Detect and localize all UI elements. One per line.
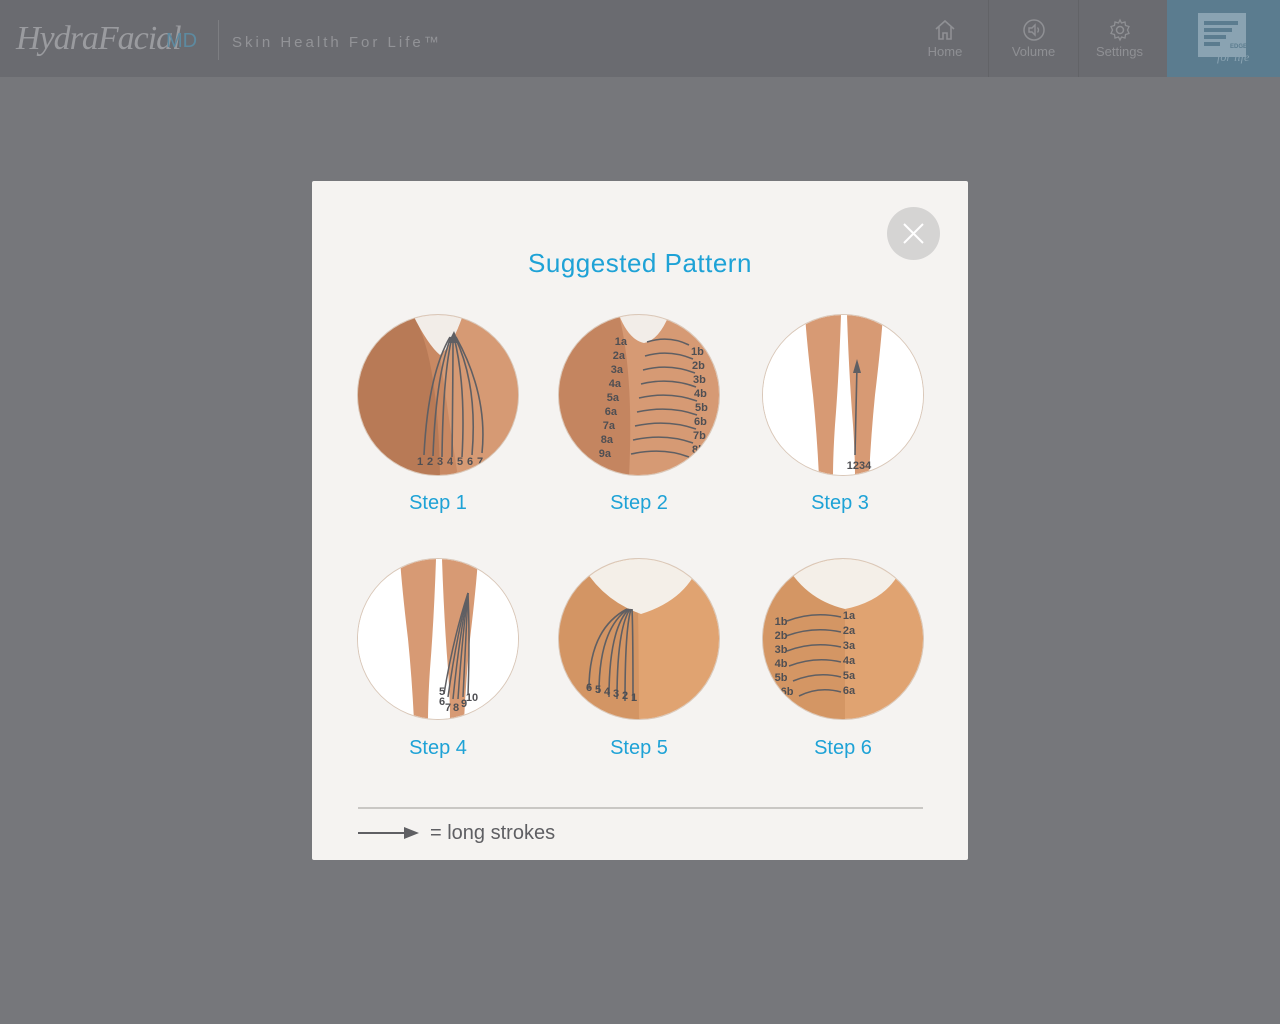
step-4-image: 5 6 7 8 9 10 [357, 558, 519, 720]
step-4-marker: 10 [466, 692, 478, 704]
settings-button[interactable]: Settings [1078, 0, 1160, 77]
step-1-image: 1234567 [357, 314, 519, 476]
step-6-marker: 6a [843, 685, 856, 697]
step-1-marker: 5 [457, 456, 463, 468]
step-5-marker: 5 [595, 684, 601, 696]
step-6-marker: 2a [843, 625, 856, 637]
dialog-title: Suggested Pattern [528, 248, 752, 278]
step-2-marker: 6a [605, 406, 618, 418]
step-2-marker: 3a [611, 364, 624, 376]
step-1-marker: 6 [467, 456, 473, 468]
legend-text: = long strokes [430, 822, 556, 844]
step-2-marker: 8b [692, 444, 705, 456]
step-1-marker: 4 [447, 456, 454, 468]
step-2-marker: 5a [607, 392, 620, 404]
volume-button[interactable]: Volume [988, 0, 1078, 77]
step-5-label: Step 5 [610, 737, 668, 759]
step-5-image: 654321 [558, 558, 720, 720]
step-5-marker: 2 [622, 690, 628, 702]
step-6-marker: 1b [775, 616, 788, 628]
long-stroke-arrow-icon [358, 827, 419, 839]
step-2-marker: 9a [599, 448, 612, 460]
step-6-marker: 5b [775, 672, 788, 684]
step-2-marker: 9b [691, 458, 704, 470]
home-button[interactable]: Home [904, 0, 986, 77]
close-icon [903, 223, 924, 244]
step-3-label: Step 3 [811, 492, 869, 514]
step-5-marker: 1 [631, 692, 637, 704]
speaker-icon [1022, 19, 1045, 41]
step-1-marker: 3 [437, 456, 443, 468]
step-2-marker: 3b [693, 374, 706, 386]
step-1-marker: 2 [427, 456, 433, 468]
step-1-marker: 1 [417, 456, 423, 468]
brand-script: for life [1217, 50, 1250, 64]
step-2-image: 1a 2a 3a 4a 5a 6a 7a 8a 9a 1b 2b 3b 4b 5b 6b 7b 8b 9b [558, 314, 720, 476]
step-3-marker: 1234 [847, 460, 872, 472]
volume-label: Volume [1011, 44, 1056, 59]
step-3-image: 1234 [762, 314, 924, 476]
step-5-marker: 4 [604, 686, 611, 698]
settings-label: Settings [1096, 44, 1143, 59]
logo-suffix: MD [166, 30, 198, 52]
step-6-marker: 3a [843, 640, 856, 652]
tagline: Skin Health For Life™ [232, 34, 442, 51]
step-6-marker: 2b [775, 630, 788, 642]
step-6-marker: 4a [843, 655, 856, 667]
step-6-marker: 4b [775, 658, 788, 670]
step-6-label: Step 6 [814, 737, 872, 759]
divider [218, 20, 219, 60]
gear-icon [1109, 18, 1130, 42]
hydrafacial-logo: HydraFacial MD [16, 14, 216, 64]
step-4-label: Step 4 [409, 737, 467, 759]
home-label: Home [927, 44, 963, 59]
step-2-marker: 5b [695, 402, 708, 414]
logo-text: HydraFacial [16, 20, 182, 57]
step-6-marker: 5a [843, 670, 856, 682]
step-6-image: 1b 2b 3b 4b 5b 6b 1a 2a 3a 4a 5a 6a [762, 558, 924, 720]
step-2-marker: 8a [601, 434, 614, 446]
step-2-marker: 1a [615, 336, 628, 348]
top-bar: HydraFacial MD Skin Health For Life™ Hom… [0, 0, 1280, 77]
step-1-label: Step 1 [409, 492, 467, 514]
edge-brand-tile[interactable]: EDGE for life [1167, 0, 1280, 77]
step-4-marker: 7 [445, 702, 451, 714]
step-2-marker: 1b [691, 346, 704, 358]
step-5-marker: 6 [586, 682, 592, 694]
step-2-marker: 2b [692, 360, 705, 372]
step-4-marker: 8 [453, 702, 459, 714]
home-icon [935, 19, 955, 40]
step-6-marker: 1a [843, 610, 856, 622]
suggested-pattern-dialog: Suggested Pattern 1234567 Step 1 1a 2a 3… [312, 181, 968, 860]
step-2-marker: 4b [694, 388, 707, 400]
step-6-marker: 6b [781, 686, 794, 698]
step-2-label: Step 2 [610, 492, 668, 514]
step-2-marker: 6b [694, 416, 707, 428]
step-1-marker: 7 [477, 456, 483, 468]
step-2-marker: 4a [609, 378, 622, 390]
step-2-marker: 7b [693, 430, 706, 442]
step-2-marker: 7a [603, 420, 616, 432]
step-6-marker: 3b [775, 644, 788, 656]
legend-divider [358, 807, 923, 809]
step-2-marker: 2a [613, 350, 626, 362]
step-5-marker: 3 [613, 688, 619, 700]
